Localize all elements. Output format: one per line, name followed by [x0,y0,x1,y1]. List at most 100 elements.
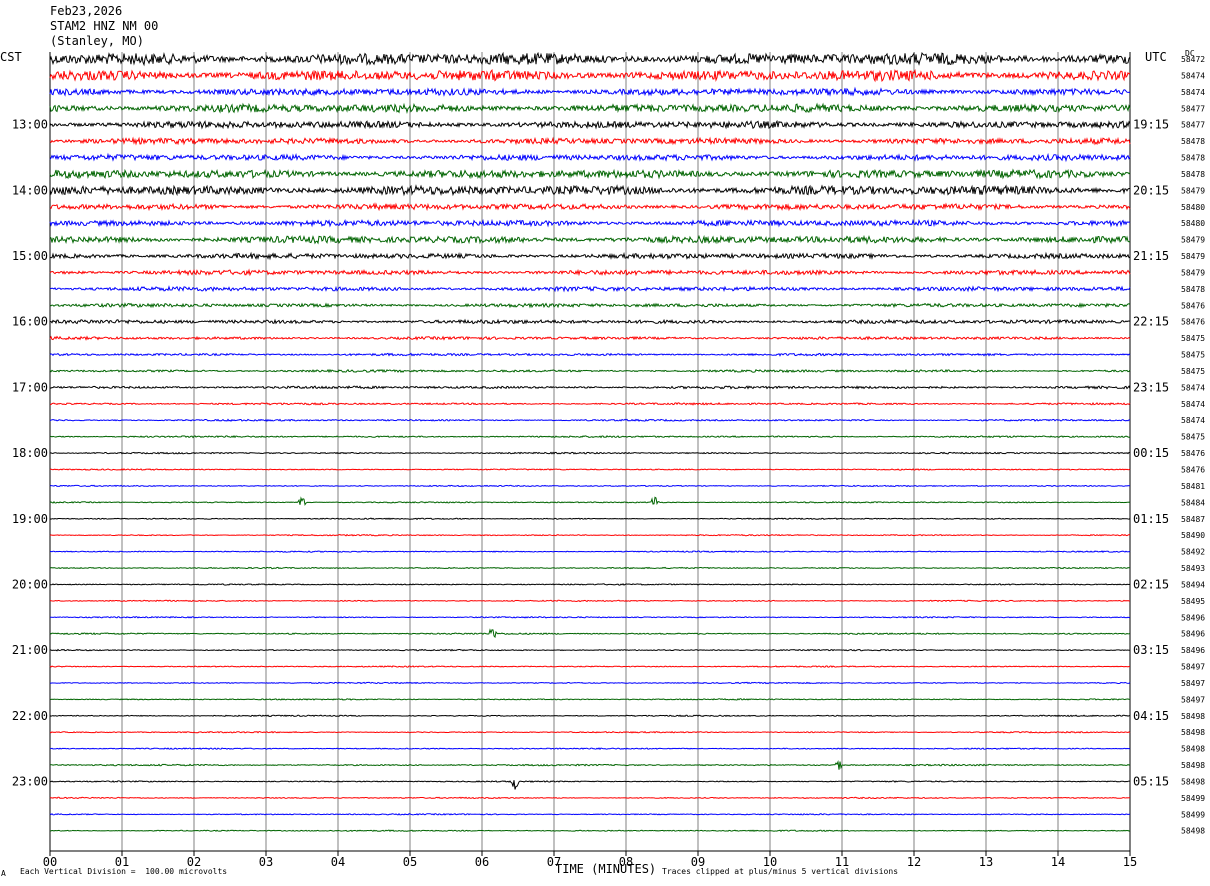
dc-value-label: 58498 [1181,712,1205,721]
dc-value-label: 58476 [1181,318,1205,327]
left-hour-label: 13:00 [12,118,48,132]
trace-row-3 [49,102,1131,115]
trace-row-13 [49,268,1131,277]
trace-row-37 [49,665,1131,668]
left-hour-label: 18:00 [12,446,48,460]
left-hour-label: 22:00 [12,709,48,723]
right-hour-label: 03:15 [1133,643,1169,657]
left-hour-label: 17:00 [12,380,48,394]
right-hour-label: 02:15 [1133,577,1169,591]
dc-value-label: 58480 [1181,203,1205,212]
dc-value-label: 58498 [1181,827,1205,836]
dc-value-label: 58478 [1181,137,1205,146]
dc-value-label: 58496 [1181,630,1205,639]
trace-row-19 [49,368,1131,374]
trace-row-27 [49,496,1131,506]
dc-value-label: 58494 [1181,580,1205,589]
dc-value-label: 58479 [1181,236,1205,245]
x-tick-label: 06 [475,855,489,869]
dc-value-label: 58496 [1181,646,1205,655]
dc-value-label: 58497 [1181,695,1205,704]
clip-note: Traces clipped at plus/minus 5 vertical … [662,867,899,876]
dc-value-label: 58479 [1181,186,1205,195]
dc-value-label: 58493 [1181,564,1205,573]
dc-value-label: 58487 [1181,515,1205,524]
trace-row-6 [49,152,1131,163]
dc-value-label: 58498 [1181,761,1205,770]
dc-value-label: 58477 [1181,121,1205,130]
left-hour-label: 23:00 [12,774,48,788]
x-tick-label: 05 [403,855,417,869]
trace-row-39 [49,698,1131,701]
right-hour-label: 20:15 [1133,183,1169,197]
trace-row-12 [49,251,1131,261]
trace-row-23 [49,435,1131,439]
dc-value-label: 58472 [1181,55,1205,64]
trace-row-25 [49,468,1131,471]
dc-value-label: 58479 [1181,268,1205,277]
x-tick-label: 14 [1051,855,1065,869]
dc-value-label: 58478 [1181,285,1205,294]
trace-row-36 [49,648,1130,652]
trace-row-18 [49,352,1131,357]
scale-note: Each Vertical Division = 100.00 microvol… [20,867,228,876]
trace-row-46 [49,812,1131,816]
right-hour-label: 23:15 [1133,380,1169,394]
x-tick-label: 04 [331,855,345,869]
trace-row-20 [49,385,1131,390]
right-hour-label: 21:15 [1133,249,1169,263]
trace-row-30 [49,550,1131,553]
dc-value-label: 58477 [1181,104,1205,113]
trace-row-42 [49,747,1131,751]
trace-row-45 [49,796,1130,800]
trace-row-21 [49,402,1131,406]
left-hour-label: 20:00 [12,577,48,591]
dc-value-label: 58474 [1181,400,1205,409]
dc-value-label: 58479 [1181,252,1205,261]
right-hour-label: 22:15 [1133,315,1169,329]
trace-row-33 [49,599,1130,603]
trace-row-9 [49,202,1131,212]
dc-value-label: 58478 [1181,170,1205,179]
trace-row-17 [49,335,1131,341]
trace-row-47 [49,829,1131,833]
right-hour-label: 19:15 [1133,118,1169,132]
x-tick-label: 13 [979,855,993,869]
left-hour-label: 14:00 [12,183,48,197]
trace-row-22 [49,418,1131,422]
dc-value-label: 58475 [1181,351,1205,360]
trace-row-43 [49,760,1131,770]
dc-value-label: 58490 [1181,531,1205,540]
dc-value-label: 58484 [1181,498,1205,507]
trace-row-7 [49,168,1131,180]
dc-value-label: 58476 [1181,449,1205,458]
trace-row-38 [49,681,1131,685]
x-axis-title: TIME (MINUTES) [555,862,657,876]
trace-row-32 [50,583,1131,586]
trace-row-5 [49,136,1131,146]
seismogram-chart: 00 01 02 03 04 05 06 07 08 09 10 11 12 13 14 1558472584… [12,51,1205,869]
right-hour-label: 05:15 [1133,774,1169,788]
trace-row-40 [49,714,1131,718]
x-tick-label: 03 [259,855,273,869]
dc-value-label: 58474 [1181,383,1205,392]
trace-row-8 [49,184,1130,197]
dc-value-label: 58497 [1181,663,1205,672]
trace-row-24 [49,451,1131,455]
dc-value-label: 58499 [1181,794,1205,803]
right-hour-label: 00:15 [1133,446,1169,460]
trace-row-44 [49,780,1130,790]
trace-row-35 [49,628,1131,639]
dc-value-label: 58478 [1181,154,1205,163]
trace-row-15 [49,302,1131,309]
left-hour-label: 19:00 [12,512,48,526]
dc-value-label: 58498 [1181,777,1205,786]
trace-row-28 [49,517,1131,521]
trace-row-26 [49,484,1131,488]
trace-row-31 [49,566,1131,570]
dc-value-label: 58498 [1181,728,1205,737]
corner-mark: A [1,869,6,878]
dc-value-label: 58474 [1181,88,1205,97]
x-tick-label: 15 [1123,855,1137,869]
trace-row-0 [49,51,1131,67]
